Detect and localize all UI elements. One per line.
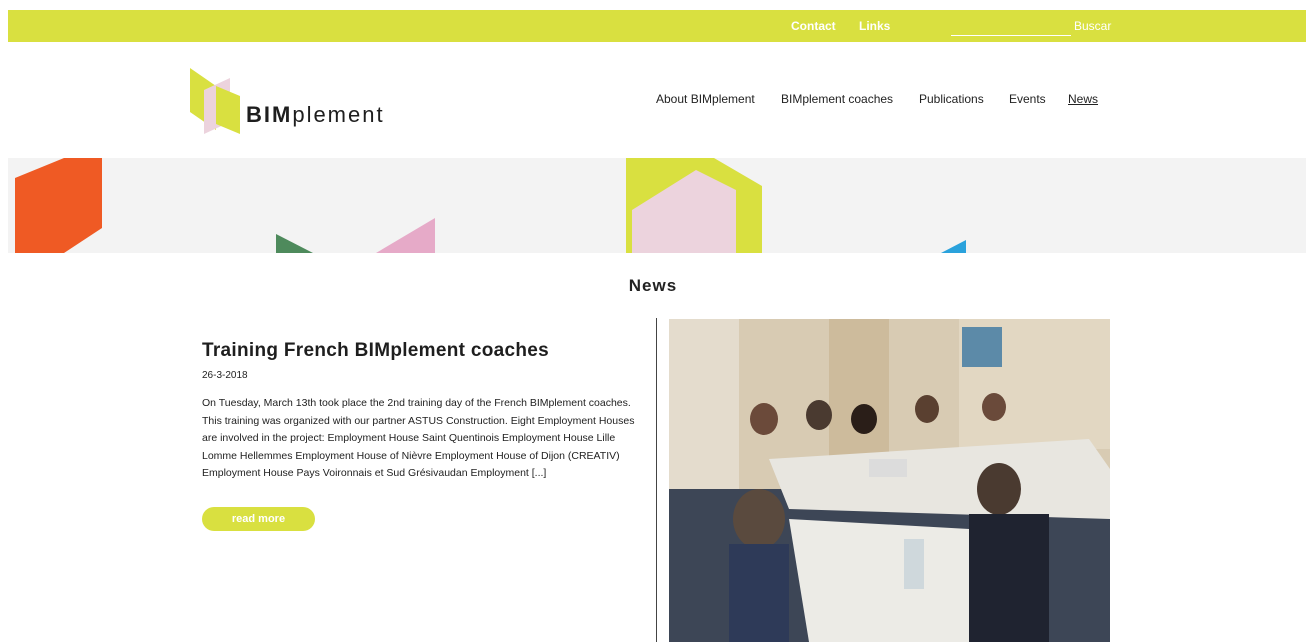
meeting-photo-icon — [669, 319, 1110, 642]
nav-item-events[interactable]: Events — [1009, 92, 1046, 106]
article-excerpt: On Tuesday, March 13th took place the 2n… — [202, 397, 635, 479]
logo-wordmark: BIMplement — [246, 102, 385, 127]
nav-item-publications[interactable]: Publications — [919, 92, 984, 106]
news-article: Training French BIMplement coaches 26-3-… — [202, 340, 642, 531]
section-title: News — [628, 276, 678, 295]
nav-item-news[interactable]: News — [1068, 92, 1098, 106]
bimplement-logo[interactable]: BIMplement — [190, 68, 430, 136]
article-title[interactable]: Training French BIMplement coaches — [202, 340, 642, 362]
top-bar: Contact Links Buscar — [8, 10, 1306, 42]
search-button[interactable]: Buscar — [1074, 10, 1111, 42]
read-more-button[interactable]: read more — [202, 506, 315, 531]
nav-item-about[interactable]: About BIMplement — [656, 92, 755, 106]
nav-item-coaches[interactable]: BIMplement coaches — [781, 92, 893, 106]
article-photo[interactable] — [669, 319, 1110, 642]
article-date: 26-3-2018 — [202, 370, 248, 381]
decorative-banner — [8, 158, 1306, 253]
links-link[interactable]: Links — [859, 10, 890, 42]
column-divider — [656, 318, 657, 642]
logo-mark-icon — [190, 68, 240, 134]
banner-shapes-icon — [15, 158, 966, 253]
search-input[interactable] — [951, 16, 1071, 36]
contact-link[interactable]: Contact — [791, 10, 836, 42]
